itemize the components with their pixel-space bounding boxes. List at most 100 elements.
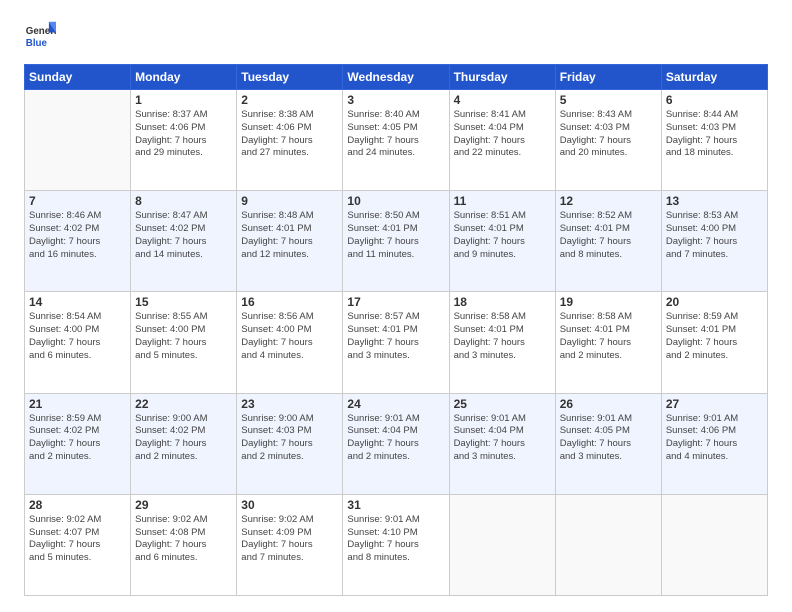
calendar-cell: 30 Sunrise: 9:02 AMSunset: 4:09 PMDayligh…: [237, 494, 343, 595]
calendar-cell: 10 Sunrise: 8:50 AMSunset: 4:01 PMDayligh…: [343, 191, 449, 292]
day-info: Sunrise: 8:37 AMSunset: 4:06 PMDaylight:…: [135, 109, 232, 160]
day-number: 18: [454, 295, 551, 309]
calendar-header-saturday: Saturday: [661, 65, 767, 90]
day-info: Sunrise: 8:58 AMSunset: 4:01 PMDaylight:…: [560, 311, 657, 362]
calendar-cell: 14Sunrise: 8:54 AMSunset: 4:00 PMDayligh…: [25, 292, 131, 393]
day-number: 26: [560, 397, 657, 411]
day-info: Sunrise: 8:51 AMSunset: 4:01 PMDaylight:…: [454, 210, 551, 261]
calendar-cell: 16 Sunrise: 8:56 AMSunset: 4:00 PMDayligh…: [237, 292, 343, 393]
day-info: Sunrise: 8:43 AMSunset: 4:03 PMDaylight:…: [560, 109, 657, 160]
calendar-header-row: SundayMondayTuesdayWednesdayThursdayFrid…: [25, 65, 768, 90]
day-number: 12: [560, 194, 657, 208]
day-info: Sunrise: 8:38 AMSunset: 4:06 PMDaylight:…: [241, 109, 338, 160]
day-info: Sunrise: 8:46 AMSunset: 4:02 PMDaylight:…: [29, 210, 126, 261]
day-info: Sunrise: 8:44 AMSunset: 4:03 PMDaylight:…: [666, 109, 763, 160]
day-number: 5: [560, 93, 657, 107]
page: General Blue SundayMondayTuesdayWednesda…: [0, 0, 792, 612]
calendar-cell: [555, 494, 661, 595]
day-number: 9: [241, 194, 338, 208]
calendar-week-3: 21Sunrise: 8:59 AMSunset: 4:02 PMDayligh…: [25, 393, 768, 494]
day-info: Sunrise: 9:02 AMSunset: 4:09 PMDaylight:…: [241, 514, 338, 565]
calendar-week-4: 28Sunrise: 9:02 AMSunset: 4:07 PMDayligh…: [25, 494, 768, 595]
calendar-cell: 23Sunrise: 9:00 AMSunset: 4:03 PMDayligh…: [237, 393, 343, 494]
calendar-cell: [25, 90, 131, 191]
calendar-cell: 31 Sunrise: 9:01 AMSunset: 4:10 PMDayligh…: [343, 494, 449, 595]
day-info: Sunrise: 8:41 AMSunset: 4:04 PMDaylight:…: [454, 109, 551, 160]
day-number: 21: [29, 397, 126, 411]
day-info: Sunrise: 8:48 AMSunset: 4:01 PMDaylight:…: [241, 210, 338, 261]
calendar-cell: 18 Sunrise: 8:58 AMSunset: 4:01 PMDayligh…: [449, 292, 555, 393]
calendar-cell: [449, 494, 555, 595]
day-number: 30: [241, 498, 338, 512]
day-info: Sunrise: 8:53 AMSunset: 4:00 PMDaylight:…: [666, 210, 763, 261]
day-info: Sunrise: 9:00 AMSunset: 4:03 PMDaylight:…: [241, 413, 338, 464]
calendar-header-monday: Monday: [131, 65, 237, 90]
calendar-header-thursday: Thursday: [449, 65, 555, 90]
day-info: Sunrise: 8:52 AMSunset: 4:01 PMDaylight:…: [560, 210, 657, 261]
day-number: 20: [666, 295, 763, 309]
day-number: 14: [29, 295, 126, 309]
calendar-week-1: 7 Sunrise: 8:46 AMSunset: 4:02 PMDaylight…: [25, 191, 768, 292]
calendar-cell: [661, 494, 767, 595]
calendar-cell: 20 Sunrise: 8:59 AMSunset: 4:01 PMDayligh…: [661, 292, 767, 393]
calendar-header-sunday: Sunday: [25, 65, 131, 90]
calendar-cell: 28Sunrise: 9:02 AMSunset: 4:07 PMDayligh…: [25, 494, 131, 595]
calendar-cell: 19 Sunrise: 8:58 AMSunset: 4:01 PMDayligh…: [555, 292, 661, 393]
day-number: 29: [135, 498, 232, 512]
calendar-cell: 25Sunrise: 9:01 AMSunset: 4:04 PMDayligh…: [449, 393, 555, 494]
day-number: 11: [454, 194, 551, 208]
calendar-cell: 12 Sunrise: 8:52 AMSunset: 4:01 PMDayligh…: [555, 191, 661, 292]
calendar-cell: 13Sunrise: 8:53 AMSunset: 4:00 PMDayligh…: [661, 191, 767, 292]
calendar-cell: 22Sunrise: 9:00 AMSunset: 4:02 PMDayligh…: [131, 393, 237, 494]
svg-text:Blue: Blue: [26, 38, 48, 49]
day-number: 31: [347, 498, 444, 512]
day-number: 1: [135, 93, 232, 107]
day-info: Sunrise: 9:01 AMSunset: 4:10 PMDaylight:…: [347, 514, 444, 565]
day-number: 25: [454, 397, 551, 411]
day-number: 24: [347, 397, 444, 411]
day-info: Sunrise: 8:47 AMSunset: 4:02 PMDaylight:…: [135, 210, 232, 261]
calendar-header-friday: Friday: [555, 65, 661, 90]
day-number: 6: [666, 93, 763, 107]
day-info: Sunrise: 9:01 AMSunset: 4:04 PMDaylight:…: [347, 413, 444, 464]
calendar-cell: 17Sunrise: 8:57 AMSunset: 4:01 PMDayligh…: [343, 292, 449, 393]
header: General Blue: [24, 20, 768, 52]
calendar-cell: 29 Sunrise: 9:02 AMSunset: 4:08 PMDayligh…: [131, 494, 237, 595]
day-number: 16: [241, 295, 338, 309]
calendar-week-2: 14Sunrise: 8:54 AMSunset: 4:00 PMDayligh…: [25, 292, 768, 393]
calendar-cell: 3 Sunrise: 8:40 AMSunset: 4:05 PMDaylight…: [343, 90, 449, 191]
calendar-header-tuesday: Tuesday: [237, 65, 343, 90]
day-number: 2: [241, 93, 338, 107]
day-info: Sunrise: 8:50 AMSunset: 4:01 PMDaylight:…: [347, 210, 444, 261]
calendar-header-wednesday: Wednesday: [343, 65, 449, 90]
day-info: Sunrise: 8:59 AMSunset: 4:01 PMDaylight:…: [666, 311, 763, 362]
day-number: 3: [347, 93, 444, 107]
day-info: Sunrise: 9:01 AMSunset: 4:06 PMDaylight:…: [666, 413, 763, 464]
day-info: Sunrise: 8:55 AMSunset: 4:00 PMDaylight:…: [135, 311, 232, 362]
calendar: SundayMondayTuesdayWednesdayThursdayFrid…: [24, 64, 768, 596]
day-number: 4: [454, 93, 551, 107]
day-number: 7: [29, 194, 126, 208]
day-info: Sunrise: 8:56 AMSunset: 4:00 PMDaylight:…: [241, 311, 338, 362]
calendar-cell: 15 Sunrise: 8:55 AMSunset: 4:00 PMDayligh…: [131, 292, 237, 393]
day-info: Sunrise: 8:40 AMSunset: 4:05 PMDaylight:…: [347, 109, 444, 160]
day-info: Sunrise: 8:58 AMSunset: 4:01 PMDaylight:…: [454, 311, 551, 362]
calendar-cell: 6 Sunrise: 8:44 AMSunset: 4:03 PMDaylight…: [661, 90, 767, 191]
calendar-cell: 24 Sunrise: 9:01 AMSunset: 4:04 PMDayligh…: [343, 393, 449, 494]
day-number: 19: [560, 295, 657, 309]
calendar-cell: 11 Sunrise: 8:51 AMSunset: 4:01 PMDayligh…: [449, 191, 555, 292]
day-info: Sunrise: 9:02 AMSunset: 4:08 PMDaylight:…: [135, 514, 232, 565]
day-info: Sunrise: 9:00 AMSunset: 4:02 PMDaylight:…: [135, 413, 232, 464]
day-number: 17: [347, 295, 444, 309]
calendar-week-0: 1 Sunrise: 8:37 AMSunset: 4:06 PMDaylight…: [25, 90, 768, 191]
calendar-cell: 21Sunrise: 8:59 AMSunset: 4:02 PMDayligh…: [25, 393, 131, 494]
day-number: 15: [135, 295, 232, 309]
day-number: 27: [666, 397, 763, 411]
day-number: 28: [29, 498, 126, 512]
calendar-cell: 7 Sunrise: 8:46 AMSunset: 4:02 PMDaylight…: [25, 191, 131, 292]
day-number: 8: [135, 194, 232, 208]
calendar-cell: 26Sunrise: 9:01 AMSunset: 4:05 PMDayligh…: [555, 393, 661, 494]
day-number: 10: [347, 194, 444, 208]
logo: General Blue: [24, 20, 56, 52]
calendar-cell: 1 Sunrise: 8:37 AMSunset: 4:06 PMDaylight…: [131, 90, 237, 191]
